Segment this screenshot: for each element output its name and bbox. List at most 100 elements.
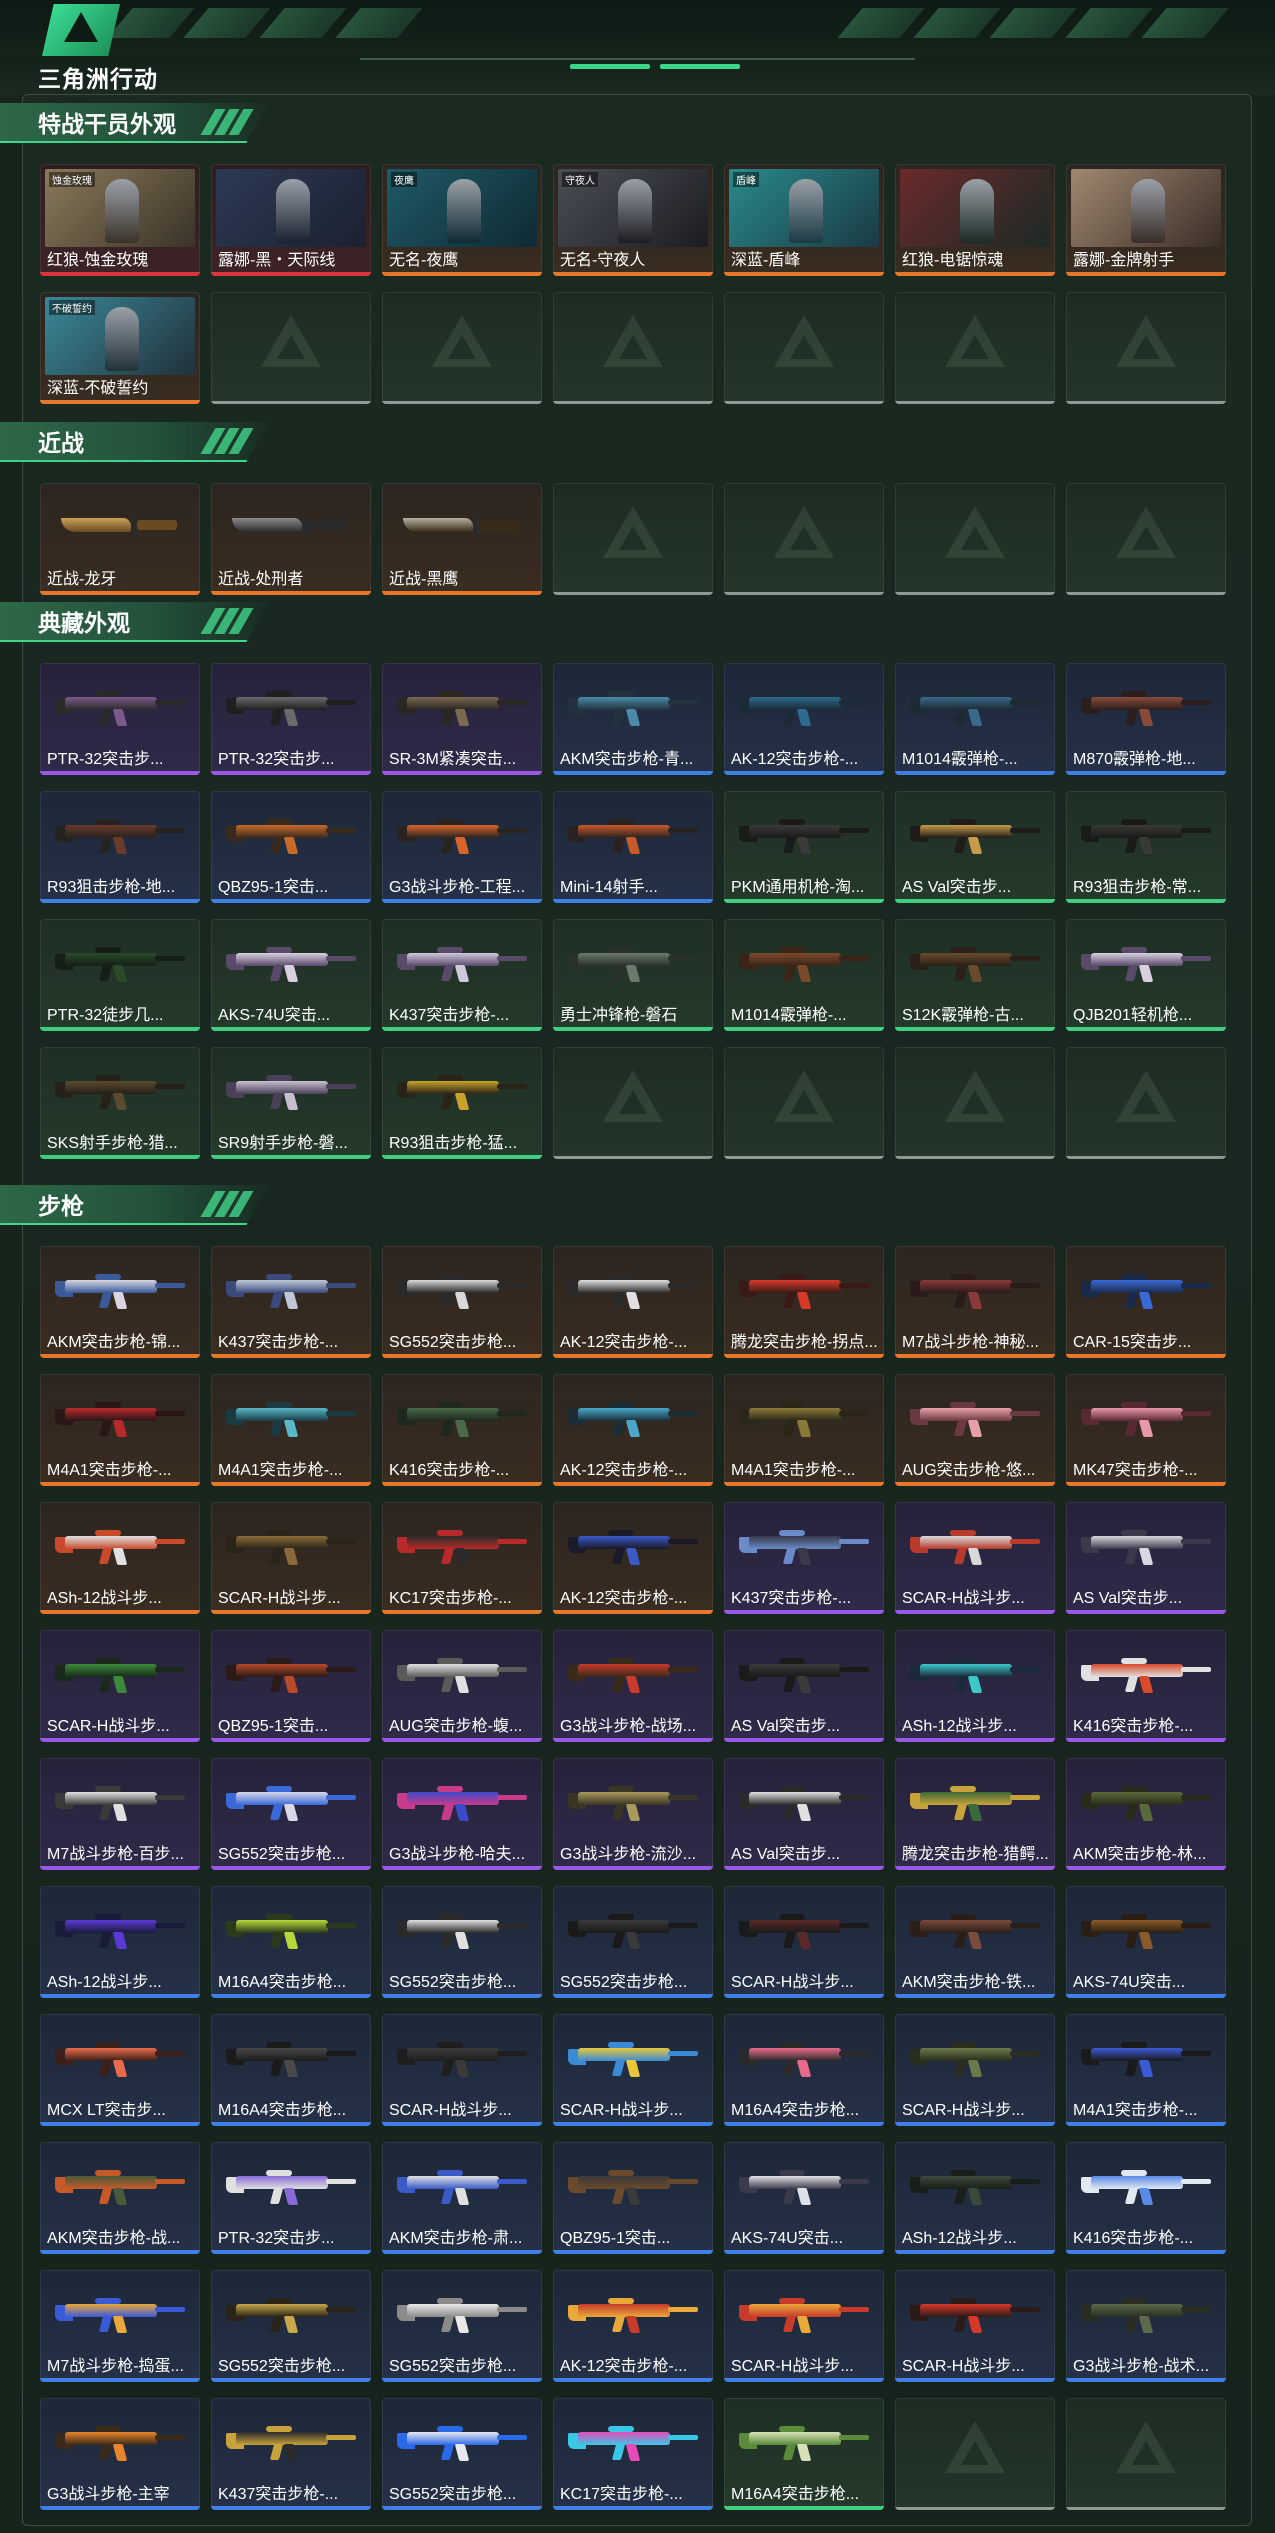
skin-card[interactable]: M1014霰弹枪-... bbox=[724, 919, 884, 1031]
skin-card[interactable]: M7战斗步枪-神秘... bbox=[895, 1246, 1055, 1358]
skin-card[interactable]: 不破誓约 深蓝-不破誓约 bbox=[40, 292, 200, 404]
skin-card[interactable]: QBZ95-1突击... bbox=[211, 791, 371, 903]
skin-card[interactable]: 露娜-金牌射手 bbox=[1066, 164, 1226, 276]
skin-card[interactable]: K437突击步枪-... bbox=[382, 919, 542, 1031]
skin-card[interactable]: SG552突击步枪... bbox=[382, 2398, 542, 2510]
skin-card[interactable]: M4A1突击步枪-... bbox=[40, 1374, 200, 1486]
skin-card[interactable]: 勇士冲锋枪-磐石 bbox=[553, 919, 713, 1031]
skin-card[interactable]: SG552突击步枪... bbox=[382, 1886, 542, 1998]
skin-card[interactable]: 露娜-黑・天际线 bbox=[211, 164, 371, 276]
skin-card[interactable]: AKM突击步枪-战... bbox=[40, 2142, 200, 2254]
skin-card[interactable]: SCAR-H战斗步... bbox=[382, 2014, 542, 2126]
skin-card[interactable]: AS Val突击步... bbox=[724, 1630, 884, 1742]
skin-card[interactable]: AS Val突击步... bbox=[895, 791, 1055, 903]
skin-card[interactable]: G3战斗步枪-工程... bbox=[382, 791, 542, 903]
skin-card[interactable]: 红狼-电锯惊魂 bbox=[895, 164, 1055, 276]
skin-card[interactable]: G3战斗步枪-流沙... bbox=[553, 1758, 713, 1870]
skin-card[interactable]: R93狙击步枪-常... bbox=[1066, 791, 1226, 903]
skin-card[interactable]: 腾龙突击步枪-拐点... bbox=[724, 1246, 884, 1358]
skin-card[interactable]: AK-12突击步枪-... bbox=[553, 1502, 713, 1614]
skin-card[interactable]: CAR-15突击步... bbox=[1066, 1246, 1226, 1358]
skin-card[interactable]: G3战斗步枪-哈夫... bbox=[382, 1758, 542, 1870]
skin-card[interactable]: AK-12突击步枪-... bbox=[553, 2270, 713, 2382]
skin-card[interactable]: M1014霰弹枪-... bbox=[895, 663, 1055, 775]
skin-card[interactable]: AKS-74U突击... bbox=[724, 2142, 884, 2254]
skin-card[interactable]: M7战斗步枪-百步... bbox=[40, 1758, 200, 1870]
skin-card[interactable]: ASh-12战斗步... bbox=[895, 1630, 1055, 1742]
skin-card[interactable]: M4A1突击步枪-... bbox=[1066, 2014, 1226, 2126]
skin-card[interactable]: SCAR-H战斗步... bbox=[40, 1630, 200, 1742]
skin-card[interactable]: QJB201轻机枪... bbox=[1066, 919, 1226, 1031]
skin-card[interactable]: R93狙击步枪-地... bbox=[40, 791, 200, 903]
skin-card[interactable]: AK-12突击步枪-... bbox=[724, 663, 884, 775]
skin-card[interactable]: ASh-12战斗步... bbox=[895, 2142, 1055, 2254]
skin-card[interactable]: MCX LT突击步... bbox=[40, 2014, 200, 2126]
skin-card[interactable]: 近战-龙牙 bbox=[40, 483, 200, 595]
skin-card[interactable]: SCAR-H战斗步... bbox=[724, 1886, 884, 1998]
skin-card[interactable]: K416突击步枪-... bbox=[1066, 2142, 1226, 2254]
skin-card[interactable]: S12K霰弹枪-古... bbox=[895, 919, 1055, 1031]
skin-card[interactable]: SCAR-H战斗步... bbox=[895, 1502, 1055, 1614]
skin-card[interactable]: 夜鹰 无名-夜鹰 bbox=[382, 164, 542, 276]
skin-card[interactable]: M16A4突击步枪... bbox=[724, 2398, 884, 2510]
skin-card[interactable]: MK47突击步枪-... bbox=[1066, 1374, 1226, 1486]
skin-card[interactable]: SCAR-H战斗步... bbox=[724, 2270, 884, 2382]
skin-card[interactable]: K437突击步枪-... bbox=[211, 2398, 371, 2510]
skin-card[interactable]: AKS-74U突击... bbox=[1066, 1886, 1226, 1998]
skin-card[interactable]: SG552突击步枪... bbox=[211, 2270, 371, 2382]
skin-card[interactable]: KC17突击步枪-... bbox=[382, 1502, 542, 1614]
skin-card[interactable]: AK-12突击步枪-... bbox=[553, 1374, 713, 1486]
skin-card[interactable]: G3战斗步枪-战术... bbox=[1066, 2270, 1226, 2382]
skin-card[interactable]: AUG突击步枪-蝮... bbox=[382, 1630, 542, 1742]
skin-card[interactable]: 守夜人 无名-守夜人 bbox=[553, 164, 713, 276]
skin-card[interactable]: AKM突击步枪-铁... bbox=[895, 1886, 1055, 1998]
skin-card[interactable]: M870霰弹枪-地... bbox=[1066, 663, 1226, 775]
skin-card[interactable]: PTR-32突击步... bbox=[211, 2142, 371, 2254]
skin-card[interactable]: KC17突击步枪-... bbox=[553, 2398, 713, 2510]
skin-card[interactable]: AKS-74U突击... bbox=[211, 919, 371, 1031]
skin-card[interactable]: 盾峰 深蓝-盾峰 bbox=[724, 164, 884, 276]
skin-card[interactable]: SG552突击步枪... bbox=[382, 2270, 542, 2382]
skin-card[interactable]: 蚀金玫瑰 红狼-蚀金玫瑰 bbox=[40, 164, 200, 276]
skin-card[interactable]: PKM通用机枪-淘... bbox=[724, 791, 884, 903]
skin-card[interactable]: M4A1突击步枪-... bbox=[211, 1374, 371, 1486]
skin-card[interactable]: SG552突击步枪... bbox=[382, 1246, 542, 1358]
skin-card[interactable]: 近战-处刑者 bbox=[211, 483, 371, 595]
skin-card[interactable]: SR9射手步枪-磐... bbox=[211, 1047, 371, 1159]
skin-card[interactable]: AKM突击步枪-青... bbox=[553, 663, 713, 775]
skin-card[interactable]: M16A4突击步枪... bbox=[724, 2014, 884, 2126]
skin-card[interactable]: AS Val突击步... bbox=[724, 1758, 884, 1870]
skin-card[interactable]: PTR-32突击步... bbox=[40, 663, 200, 775]
skin-card[interactable]: SKS射手步枪-猎... bbox=[40, 1047, 200, 1159]
skin-card[interactable]: G3战斗步枪-战场... bbox=[553, 1630, 713, 1742]
skin-card[interactable]: K437突击步枪-... bbox=[211, 1246, 371, 1358]
skin-card[interactable]: 近战-黑鹰 bbox=[382, 483, 542, 595]
skin-card[interactable]: Mini-14射手... bbox=[553, 791, 713, 903]
skin-card[interactable]: AKM突击步枪-肃... bbox=[382, 2142, 542, 2254]
skin-card[interactable]: ASh-12战斗步... bbox=[40, 1502, 200, 1614]
skin-card[interactable]: AKM突击步枪-锦... bbox=[40, 1246, 200, 1358]
skin-card[interactable]: SCAR-H战斗步... bbox=[895, 2014, 1055, 2126]
skin-card[interactable]: R93狙击步枪-猛... bbox=[382, 1047, 542, 1159]
skin-card[interactable]: M16A4突击步枪... bbox=[211, 1886, 371, 1998]
skin-card[interactable]: SG552突击步枪... bbox=[553, 1886, 713, 1998]
skin-card[interactable]: M4A1突击步枪-... bbox=[724, 1374, 884, 1486]
skin-card[interactable]: PTR-32突击步... bbox=[211, 663, 371, 775]
skin-card[interactable]: SCAR-H战斗步... bbox=[211, 1502, 371, 1614]
skin-card[interactable]: SR-3M紧凑突击... bbox=[382, 663, 542, 775]
skin-card[interactable]: ASh-12战斗步... bbox=[40, 1886, 200, 1998]
skin-card[interactable]: QBZ95-1突击... bbox=[553, 2142, 713, 2254]
skin-card[interactable]: K437突击步枪-... bbox=[724, 1502, 884, 1614]
skin-card[interactable]: G3战斗步枪-主宰 bbox=[40, 2398, 200, 2510]
skin-card[interactable]: SCAR-H战斗步... bbox=[553, 2014, 713, 2126]
skin-card[interactable]: AKM突击步枪-林... bbox=[1066, 1758, 1226, 1870]
skin-card[interactable]: K416突击步枪-... bbox=[382, 1374, 542, 1486]
skin-card[interactable]: K416突击步枪-... bbox=[1066, 1630, 1226, 1742]
skin-card[interactable]: M16A4突击步枪... bbox=[211, 2014, 371, 2126]
skin-card[interactable]: M7战斗步枪-捣蛋... bbox=[40, 2270, 200, 2382]
skin-card[interactable]: SCAR-H战斗步... bbox=[895, 2270, 1055, 2382]
skin-card[interactable]: QBZ95-1突击... bbox=[211, 1630, 371, 1742]
skin-card[interactable]: 腾龙突击步枪-猎鳄... bbox=[895, 1758, 1055, 1870]
skin-card[interactable]: SG552突击步枪... bbox=[211, 1758, 371, 1870]
skin-card[interactable]: AK-12突击步枪-... bbox=[553, 1246, 713, 1358]
